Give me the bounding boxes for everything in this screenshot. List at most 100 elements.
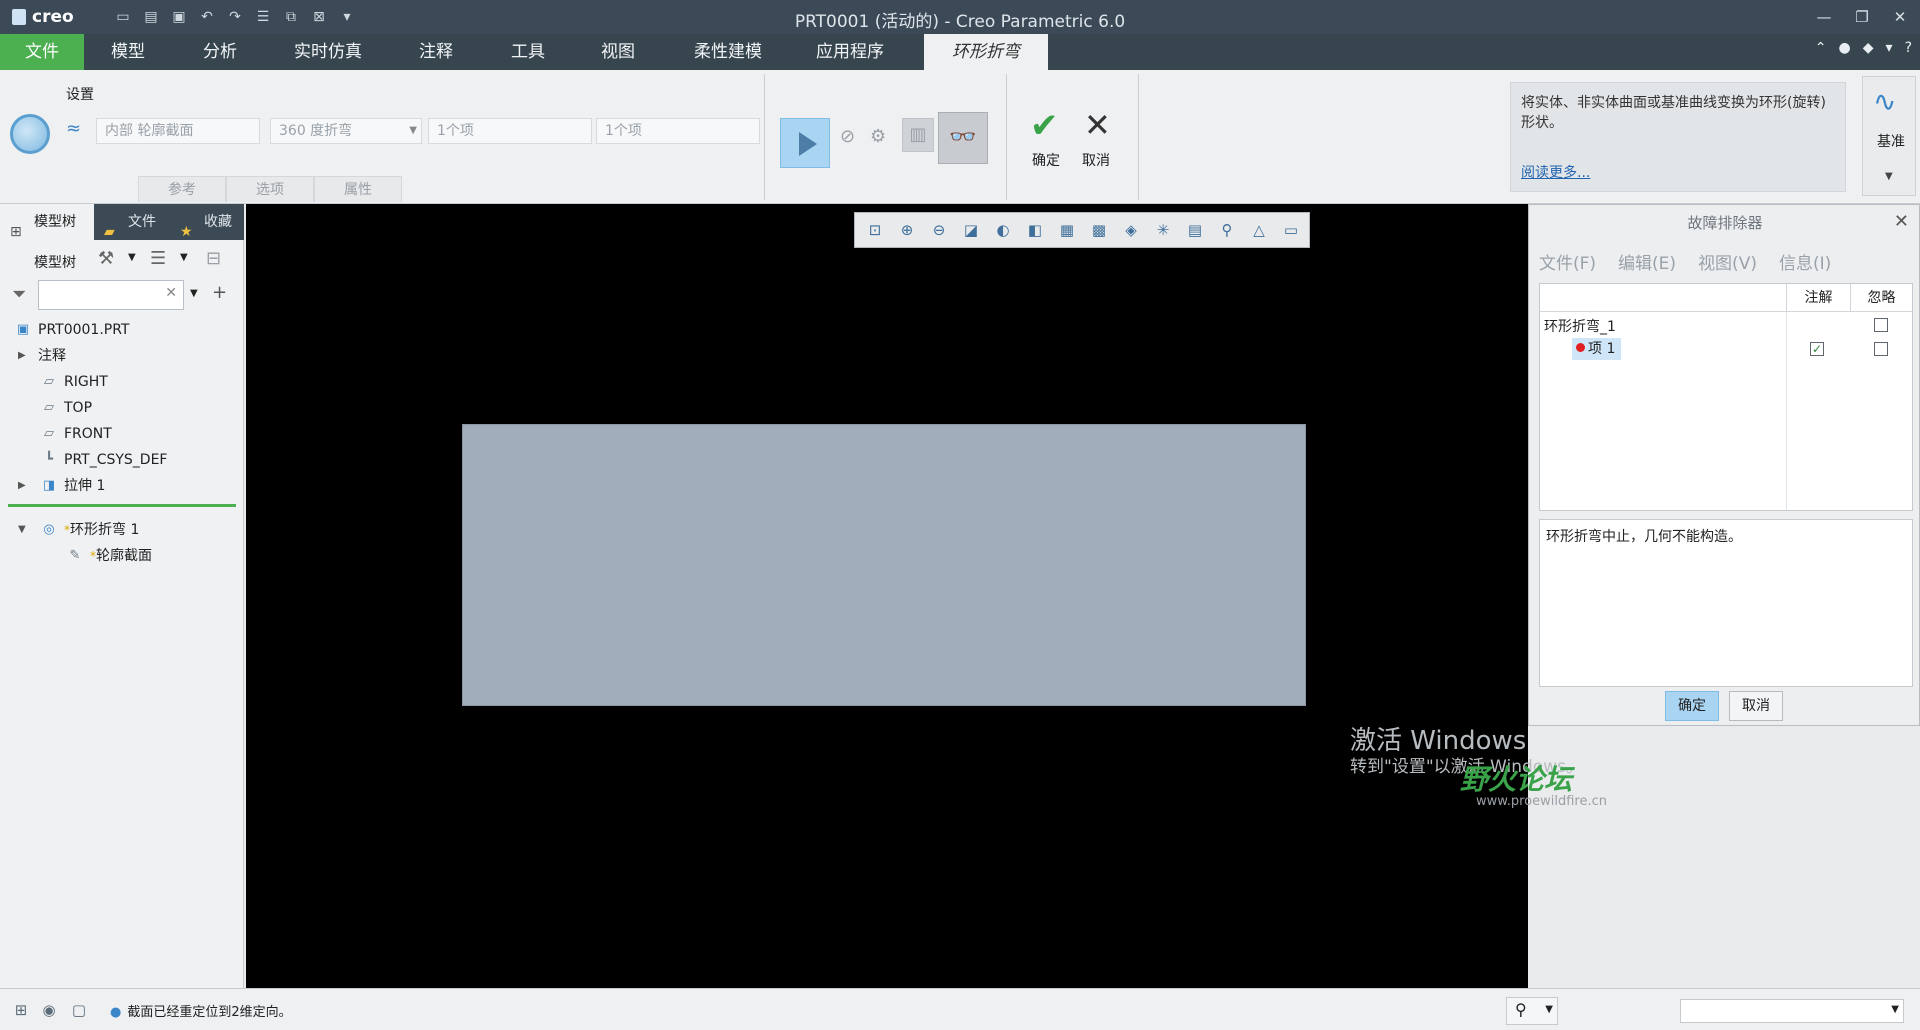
selection-filter-dropdown[interactable]: ▼ [1680,999,1904,1023]
tab-favorites[interactable]: ★ 收藏 [170,204,244,240]
view-manager-icon[interactable]: ▦ [1055,218,1079,242]
tab-annotate[interactable]: 注释 [400,34,472,70]
tree-item-csys[interactable]: ┗ PRT_CSYS_DEF [45,448,167,472]
saved-orientations-icon[interactable]: ◧ [1023,218,1047,242]
zoom-out-icon[interactable]: ⊖ [927,218,951,242]
subtab-options[interactable]: 选项 [226,176,314,202]
tree-item-toroidal-bend[interactable]: ▼ ◎ *环形折弯 1 [18,518,139,542]
simulation-display-icon[interactable]: △ [1247,218,1271,242]
show-list-icon[interactable]: ☰ [150,248,166,269]
datum-group[interactable]: ∿ 基准 ▼ [1862,76,1916,196]
section-icon[interactable]: ◈ [1119,218,1143,242]
note-checkbox-item[interactable]: ✓ [1810,342,1824,356]
tree-item-top[interactable]: ▱ TOP [44,396,92,420]
pause-icon[interactable]: ⊘ [840,126,855,147]
graphics-window[interactable]: ⊡ ⊕ ⊖ ◪ ◐ ◧ ▦ ▩ ◈ ✳ ▤ ⚲ △ ▭ [246,204,1528,988]
collapse-icon[interactable]: ▼ [18,518,26,542]
read-more-link[interactable]: 阅读更多... [1521,163,1590,183]
annotation-display-icon[interactable]: ▤ [1183,218,1207,242]
close-icon[interactable]: ✕ [1888,5,1912,29]
tree-filter-icon[interactable]: ⊟ [206,248,221,269]
settings-tools-icon[interactable]: ⚒ [98,248,114,269]
tab-analysis[interactable]: 分析 [184,34,256,70]
minimize-icon[interactable]: — [1812,5,1836,29]
tab-file[interactable]: 文件 [0,34,84,70]
tab-toroidal-bend[interactable]: 环形折弯 [924,34,1048,70]
learning-icon[interactable]: ◆ [1863,40,1874,56]
pause-display-icon[interactable]: ▭ [1279,218,1303,242]
help-icon[interactable]: ? [1905,40,1912,56]
chevron-down-icon[interactable]: ▼ [180,252,188,263]
close-icon[interactable]: ✕ [1894,211,1909,232]
tree-item-profile-section[interactable]: ✎ *轮廓截面 [70,544,152,568]
toroidal-bend-icon: ◎ [43,522,55,537]
spin-center-icon[interactable]: ⚲ [1215,218,1239,242]
navigator-toggle-icon[interactable]: ⊞ [10,999,32,1021]
sketch-profile-icon[interactable]: ≈ [66,118,81,139]
preview-geometry-icon[interactable]: ▥ [902,118,934,152]
browser-toggle-icon[interactable]: ◉ [38,999,60,1021]
dropdown-icon[interactable]: ▾ [1886,40,1893,56]
chevron-down-icon[interactable]: ▼ [190,288,198,299]
tab-applications[interactable]: 应用程序 [800,34,900,70]
bend-type-select[interactable]: 360 度折弯 ▼ [270,118,422,144]
ignore-checkbox-item[interactable] [1874,342,1888,356]
verify-icon[interactable]: ⚙ [870,126,886,147]
cancel-x-icon[interactable]: ✕ [1084,106,1111,144]
ok-button-label[interactable]: 确定 [1032,150,1060,170]
tab-tools[interactable]: 工具 [492,34,564,70]
tab-view[interactable]: 视图 [582,34,654,70]
menu-info[interactable]: 信息(I) [1779,249,1831,274]
insert-indicator[interactable] [8,504,236,507]
clear-icon[interactable]: ✕ [165,285,177,301]
collector-field-1[interactable]: 1个项 [428,118,592,144]
collector-field-2[interactable]: 1个项 [596,118,760,144]
tree-item-right[interactable]: ▱ RIGHT [44,370,108,394]
datum-plane-icon: ▱ [44,426,54,441]
cancel-button-label[interactable]: 取消 [1082,150,1110,170]
tree-item-front[interactable]: ▱ FRONT [44,422,112,446]
menu-view[interactable]: 视图(V) [1698,249,1757,274]
collapse-ribbon-icon[interactable]: ⌃ [1815,40,1827,56]
datum-display-icon[interactable]: ✳ [1151,218,1175,242]
find-button[interactable]: ⚲ ▼ [1506,997,1558,1025]
dialog-ok-button[interactable]: 确定 [1665,691,1719,721]
menu-file[interactable]: 文件(F) [1539,249,1596,274]
tree-item-extrude[interactable]: ▶ ◨ 拉伸 1 [18,474,105,498]
tree-search-input[interactable]: ✕ [38,280,184,310]
search-help-icon[interactable]: ● [1839,40,1851,56]
issue-feature-row[interactable]: 环形折弯_1 [1544,316,1616,336]
profile-section-field[interactable]: 内部 轮廓截面 [96,118,260,144]
menu-edit[interactable]: 编辑(E) [1618,249,1676,274]
tab-folder-browser[interactable]: ▰ 文件 [94,204,170,240]
tree-item-annotations[interactable]: ▶ 注释 [18,344,66,368]
expand-icon[interactable]: ▶ [18,474,26,498]
subtab-references[interactable]: 参考 [138,176,226,202]
dialog-cancel-button[interactable]: 取消 [1729,691,1783,721]
issue-item-row[interactable]: 项 1 [1572,338,1622,360]
tab-model[interactable]: 模型 [96,34,160,70]
subtab-properties[interactable]: 属性 [314,176,402,202]
tab-flexible-modeling[interactable]: 柔性建模 [678,34,778,70]
forum-watermark-url: www.proewildfire.cn [1476,794,1607,809]
expand-icon[interactable]: ▶ [18,344,26,368]
ok-check-icon[interactable]: ✔ [1030,106,1059,146]
add-filter-icon[interactable]: + [212,282,227,303]
full-screen-icon[interactable]: ▢ [68,999,90,1021]
zoom-in-icon[interactable]: ⊕ [895,218,919,242]
ribbon-panel: 设置 ≈ 内部 轮廓截面 360 度折弯 ▼ 1个项 1个项 参考 选项 属性 ⊘… [0,70,1920,204]
refit-icon[interactable]: ⊡ [863,218,887,242]
preview-play-button[interactable] [780,118,830,168]
tab-model-tree[interactable]: ⊞ 模型树 [0,204,94,240]
column-header-item [1540,284,1786,312]
ignore-checkbox-feature[interactable] [1874,318,1888,332]
glasses-icon[interactable]: 👓 [938,112,988,164]
repaint-icon[interactable]: ◪ [959,218,983,242]
restore-icon[interactable]: ❐ [1850,5,1874,29]
tree-item-part[interactable]: ▣ PRT0001.PRT [17,318,130,342]
issue-message: 环形折弯中止，几何不能构造。 [1539,519,1913,687]
chevron-down-icon[interactable]: ▼ [128,252,136,263]
display-style-icon[interactable]: ◐ [991,218,1015,242]
tab-live-simulation[interactable]: 实时仿真 [282,34,374,70]
perspective-icon[interactable]: ▩ [1087,218,1111,242]
